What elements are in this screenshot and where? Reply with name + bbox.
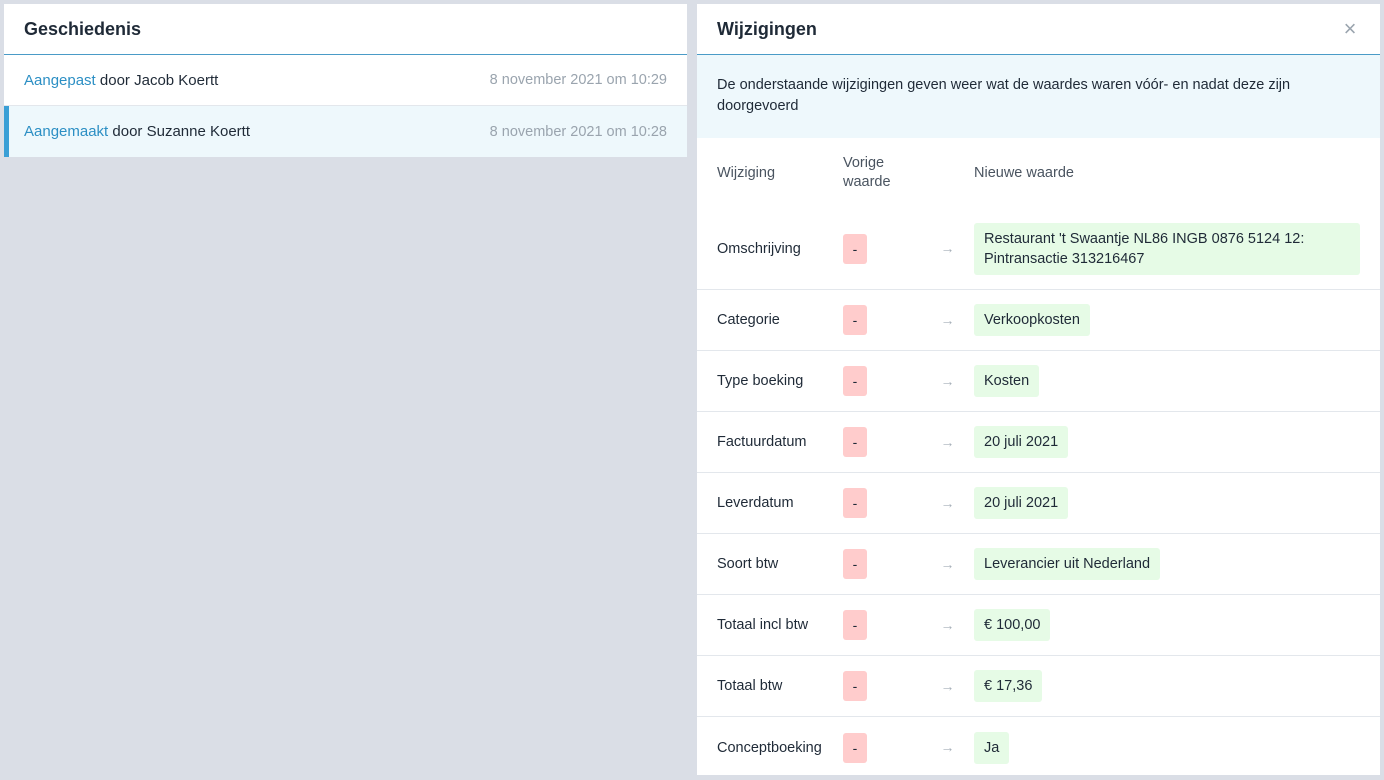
history-action-link[interactable]: Aangemaakt (24, 123, 108, 140)
page: Geschiedenis Aangepast door Jacob Koertt… (0, 0, 1384, 780)
old-value: - (843, 732, 867, 763)
old-value: - (843, 366, 867, 396)
change-label: Factuurdatum (717, 434, 807, 450)
new-value: 20 juli 2021 (974, 487, 1069, 519)
changes-panel: Wijzigingen × De onderstaande wijziginge… (697, 4, 1380, 775)
close-icon[interactable]: × (1340, 18, 1360, 40)
arrow-right-icon: → (940, 555, 955, 572)
arrow-right-icon: → (940, 433, 955, 450)
change-label: Conceptboeking (717, 739, 822, 756)
history-date: 8 november 2021 om 10:29 (489, 72, 667, 88)
old-value: - (843, 427, 867, 457)
change-row: Factuurdatum - → 20 juli 2021 (697, 412, 1380, 473)
column-header-old: Vorige waarde (843, 155, 891, 190)
arrow-right-icon: → (940, 372, 955, 389)
old-value: - (843, 549, 867, 579)
old-value: - (843, 610, 867, 640)
arrow-right-icon: → (940, 494, 955, 511)
change-label: Soort btw (717, 556, 779, 572)
new-value: Kosten (974, 365, 1040, 397)
new-value: Restaurant 't Swaantje NL86 INGB 0876 51… (974, 222, 1360, 275)
changes-title: Wijzigingen (717, 18, 817, 39)
history-item-text: Aangepast door Jacob Koertt (24, 72, 218, 89)
change-row: Totaal btw - → € 17,36 (697, 656, 1380, 717)
new-value: € 17,36 (974, 670, 1043, 702)
history-item-updated[interactable]: Aangepast door Jacob Koertt 8 november 2… (4, 55, 687, 106)
old-value: - (843, 671, 867, 701)
change-label: Type boeking (717, 373, 804, 389)
change-label: Omschrijving (717, 240, 801, 257)
change-row: Categorie - → Verkoopkosten (697, 290, 1380, 351)
arrow-right-icon: → (940, 616, 955, 633)
history-item-created[interactable]: Aangemaakt door Suzanne Koertt 8 novembe… (4, 106, 687, 157)
change-label: Leverdatum (717, 495, 794, 511)
arrow-right-icon: → (940, 240, 955, 256)
arrow-right-icon: → (940, 677, 955, 694)
new-value: Ja (974, 731, 1010, 764)
changes-info: De onderstaande wijzigingen geven weer w… (697, 55, 1380, 138)
history-author: door Jacob Koertt (99, 71, 219, 89)
new-value: Verkoopkosten (974, 304, 1090, 336)
change-row: Leverdatum - → 20 juli 2021 (697, 473, 1380, 534)
new-value: € 100,00 (974, 609, 1051, 641)
arrow-right-icon: → (940, 311, 955, 328)
change-label: Categorie (717, 312, 780, 328)
column-header-new: Nieuwe waarde (974, 165, 1074, 181)
change-row: Soort btw - → Leverancier uit Nederland (697, 534, 1380, 595)
column-header-change: Wijziging (717, 165, 776, 181)
history-date: 8 november 2021 om 10:28 (489, 123, 667, 140)
change-row: Omschrijving - → Restaurant 't Swaantje … (697, 208, 1380, 290)
history-header: Geschiedenis (4, 4, 687, 55)
change-row: Type boeking - → Kosten (697, 351, 1380, 412)
history-author: door Suzanne Koertt (112, 123, 250, 140)
change-row: Conceptboeking - → Ja (697, 717, 1380, 778)
old-value: - (843, 233, 867, 264)
changes-header: Wijzigingen × (697, 4, 1380, 55)
change-label: Totaal incl btw (717, 617, 809, 633)
old-value: - (843, 488, 867, 518)
new-value: 20 juli 2021 (974, 426, 1069, 458)
change-label: Totaal btw (717, 678, 783, 694)
history-item-text: Aangemaakt door Suzanne Koertt (24, 123, 250, 140)
changes-table-header: Wijziging Vorige waarde Nieuwe waarde (697, 138, 1380, 208)
old-value: - (843, 305, 867, 335)
arrow-right-icon: → (940, 739, 955, 755)
new-value: Leverancier uit Nederland (974, 548, 1161, 580)
change-row: Totaal incl btw - → € 100,00 (697, 595, 1380, 656)
history-title: Geschiedenis (24, 18, 142, 39)
history-action-link[interactable]: Aangepast (24, 72, 96, 89)
history-panel: Geschiedenis Aangepast door Jacob Koertt… (4, 4, 687, 157)
